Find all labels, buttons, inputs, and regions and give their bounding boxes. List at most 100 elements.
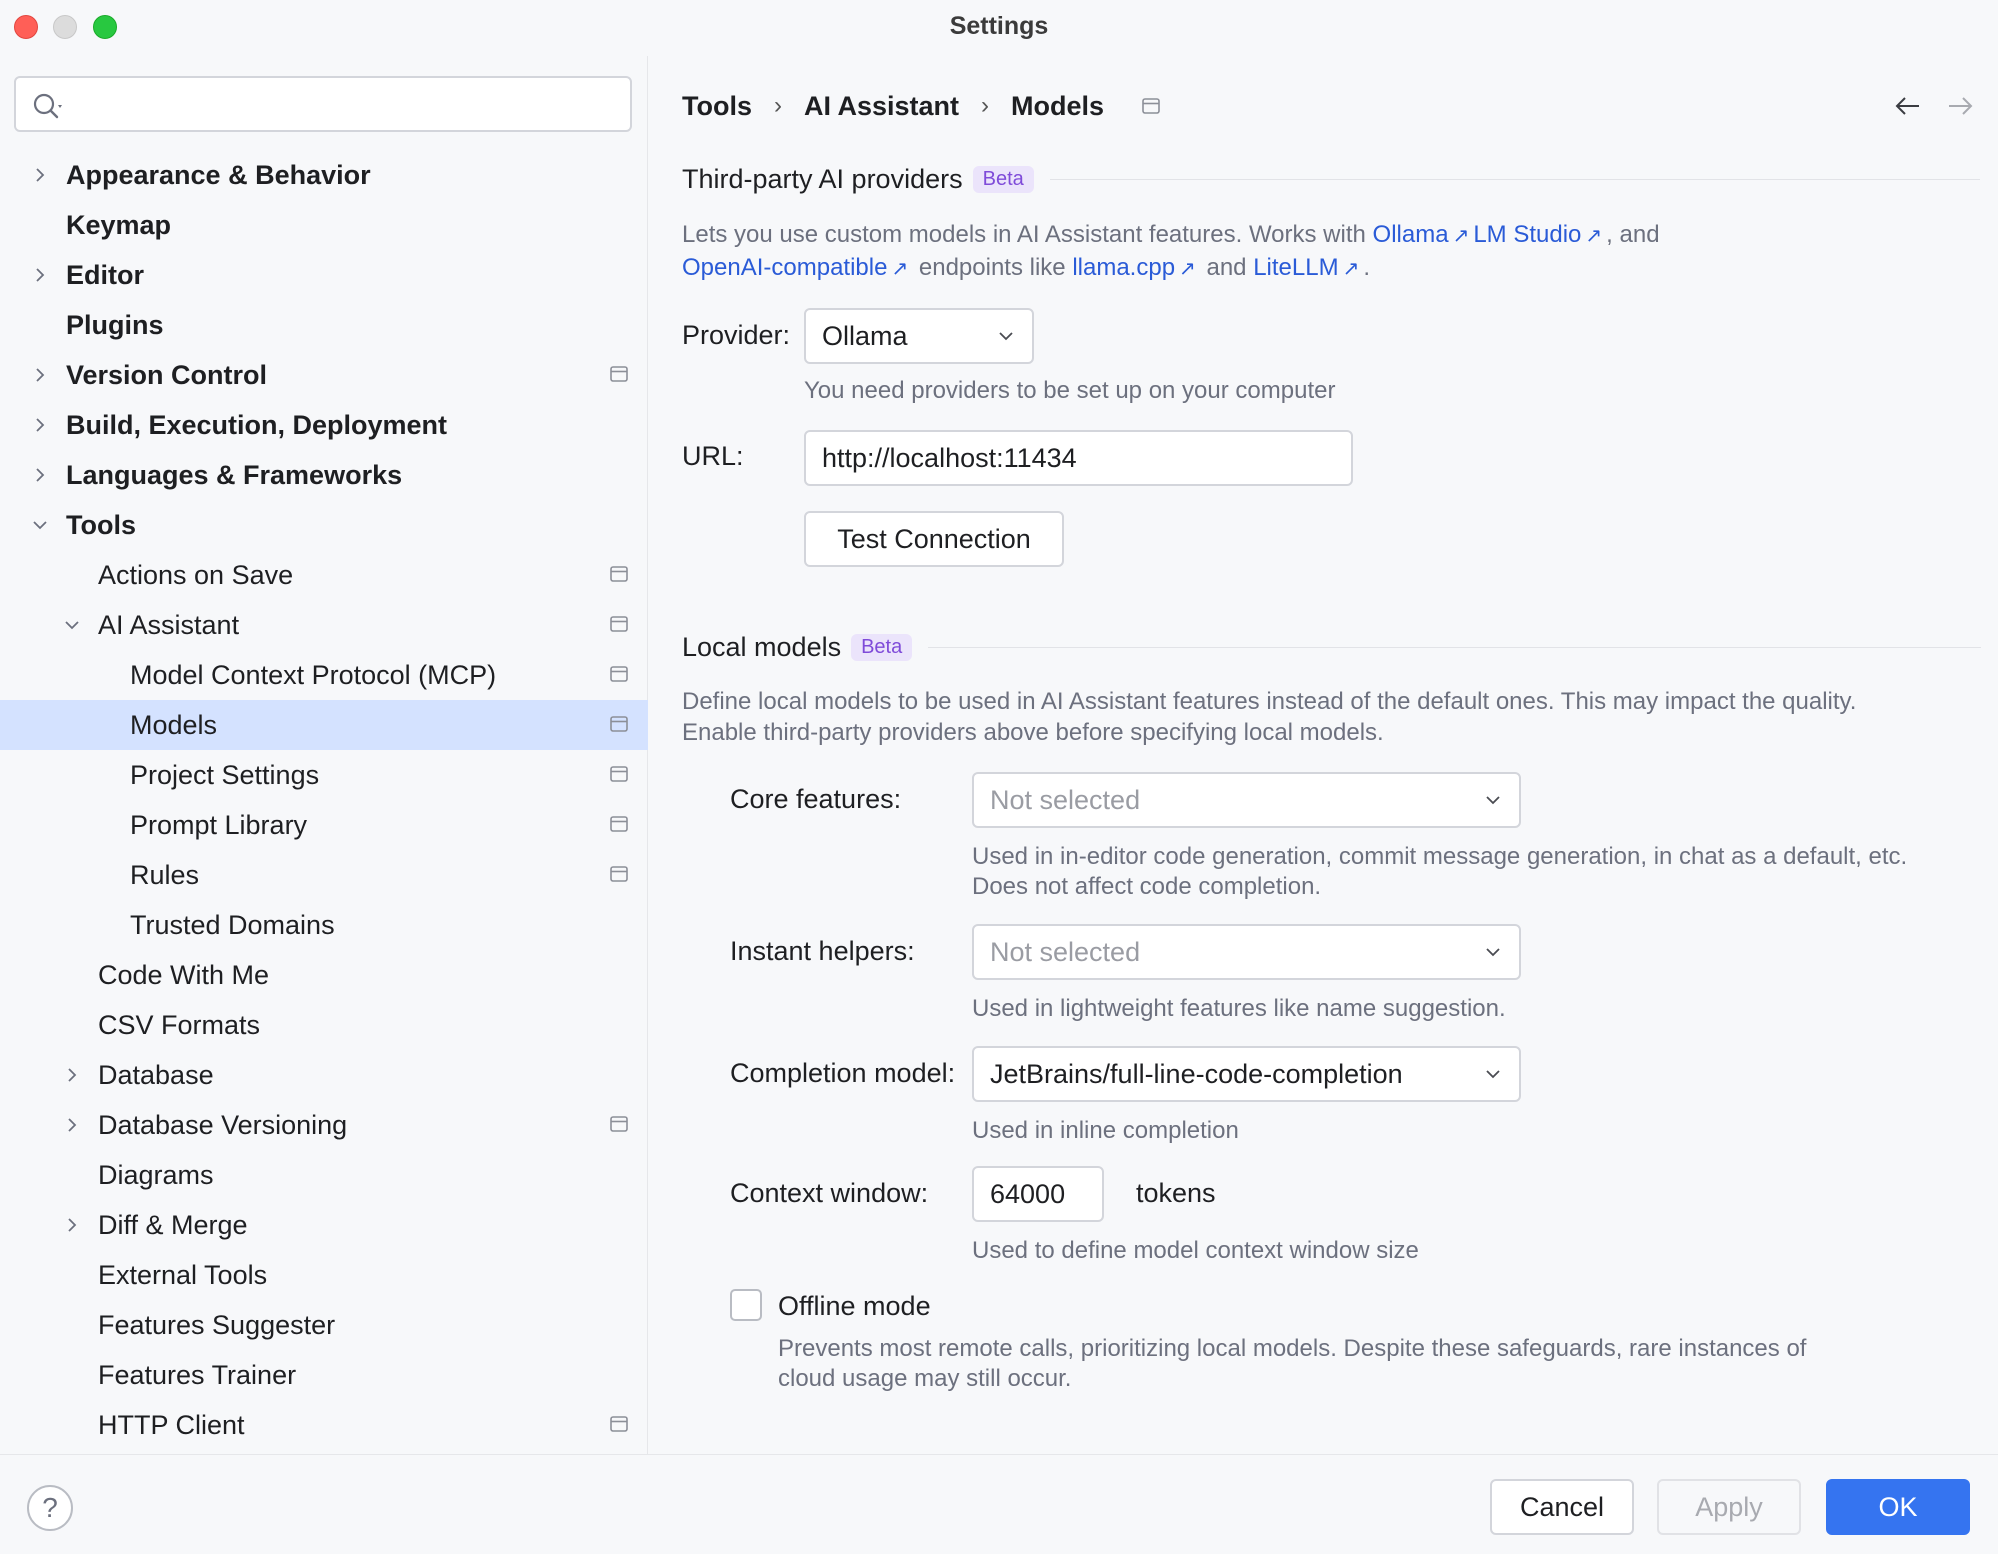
breadcrumb-item-ai-assistant[interactable]: AI Assistant bbox=[804, 91, 959, 122]
provider-dropdown[interactable]: Ollama bbox=[804, 308, 1034, 364]
project-level-icon bbox=[610, 616, 628, 632]
offline-mode-hint: Prevents most remote calls, prioritizing… bbox=[778, 1334, 1806, 1394]
settings-tree: Appearance & Behavior Keymap Editor Plugins… bbox=[0, 150, 648, 1450]
sidebar-item-diagrams[interactable]: Diagrams bbox=[0, 1150, 648, 1200]
sidebar-item-label: Appearance & Behavior bbox=[66, 159, 371, 190]
sidebar-item-project-settings[interactable]: Project Settings bbox=[0, 750, 648, 800]
completion-model-dropdown[interactable]: JetBrains/full-line-code-completion bbox=[972, 1046, 1521, 1102]
description-text: Lets you use custom models in AI Assista… bbox=[682, 221, 1366, 248]
sidebar-item-plugins[interactable]: Plugins bbox=[0, 300, 648, 350]
sidebar-item-label: AI Assistant bbox=[98, 609, 240, 640]
chevron-right-icon[interactable] bbox=[30, 265, 50, 285]
sidebar-item-diff-merge[interactable]: Diff & Merge bbox=[0, 1200, 648, 1250]
chevron-right-icon[interactable] bbox=[30, 415, 50, 435]
sidebar-item-external-tools[interactable]: External Tools bbox=[0, 1250, 648, 1300]
sidebar-item-prompt-library[interactable]: Prompt Library bbox=[0, 800, 648, 850]
sidebar-item-label: Model Context Protocol (MCP) bbox=[130, 659, 497, 690]
chevron-right-icon[interactable] bbox=[30, 365, 50, 385]
provider-value: Ollama bbox=[822, 320, 908, 351]
cancel-button[interactable]: Cancel bbox=[1490, 1479, 1634, 1535]
completion-model-hint: Used in inline completion bbox=[972, 1117, 1239, 1144]
breadcrumb-separator: › bbox=[774, 92, 782, 119]
sidebar-item-version-control[interactable]: Version Control bbox=[0, 350, 648, 400]
chevron-down-icon bbox=[1486, 1070, 1500, 1079]
sidebar-item-models[interactable]: Models bbox=[0, 700, 648, 750]
url-label: URL: bbox=[682, 441, 744, 471]
description-text: and bbox=[1206, 254, 1247, 281]
sidebar-item-label: Rules bbox=[130, 859, 200, 890]
sidebar-item-keymap[interactable]: Keymap bbox=[0, 200, 648, 250]
description-line: Define local models to be used in AI Ass… bbox=[682, 688, 1857, 715]
sidebar-item-database[interactable]: Database bbox=[0, 1050, 648, 1100]
sidebar-item-label: Database bbox=[98, 1059, 214, 1090]
openai-compatible-link[interactable]: OpenAI-compatible bbox=[682, 254, 887, 281]
litellm-link[interactable]: LiteLLM bbox=[1253, 254, 1338, 281]
forward-arrow-icon[interactable] bbox=[1946, 94, 1974, 118]
llama-cpp-link[interactable]: llama.cpp bbox=[1072, 254, 1175, 281]
sidebar-item-features-trainer[interactable]: Features Trainer bbox=[0, 1350, 648, 1400]
dialog-footer: ? Cancel Apply OK bbox=[0, 1454, 1998, 1554]
instant-helpers-value: Not selected bbox=[990, 936, 1141, 967]
breadcrumb-item-tools[interactable]: Tools bbox=[682, 91, 752, 122]
completion-model-label: Completion model: bbox=[730, 1058, 956, 1088]
external-link-icon: ↗ bbox=[1342, 258, 1360, 280]
section-title: Third-party AI providers bbox=[682, 164, 963, 194]
ollama-link[interactable]: Ollama bbox=[1373, 221, 1449, 248]
sidebar-item-label: Languages & Frameworks bbox=[66, 459, 403, 490]
sidebar-item-rules[interactable]: Rules bbox=[0, 850, 648, 900]
core-features-dropdown[interactable]: Not selected bbox=[972, 772, 1521, 828]
test-connection-button[interactable]: Test Connection bbox=[804, 511, 1064, 567]
chevron-down-icon bbox=[999, 332, 1013, 341]
sidebar-item-label: Code With Me bbox=[98, 959, 270, 990]
chevron-right-icon[interactable] bbox=[62, 1065, 82, 1085]
offline-mode-label[interactable]: Offline mode bbox=[778, 1291, 931, 1322]
sidebar-item-label: HTTP Client bbox=[98, 1409, 245, 1440]
external-link-icon: ↗ bbox=[891, 258, 909, 280]
sidebar-item-ai-assistant[interactable]: AI Assistant bbox=[0, 600, 648, 650]
description-text: endpoints like bbox=[918, 254, 1066, 281]
apply-button[interactable]: Apply bbox=[1657, 1479, 1801, 1535]
chevron-down-icon[interactable] bbox=[62, 615, 82, 635]
sidebar-item-http-client[interactable]: HTTP Client bbox=[0, 1400, 648, 1450]
sidebar-item-csv-formats[interactable]: CSV Formats bbox=[0, 1000, 648, 1050]
description-text: , and bbox=[1606, 221, 1660, 248]
sidebar-item-appearance-behavior[interactable]: Appearance & Behavior bbox=[0, 150, 648, 200]
lm-studio-link[interactable]: LM Studio bbox=[1473, 221, 1581, 248]
chevron-down-icon bbox=[1486, 796, 1500, 805]
offline-mode-checkbox[interactable] bbox=[730, 1289, 762, 1321]
sidebar-item-languages-frameworks[interactable]: Languages & Frameworks bbox=[0, 450, 648, 500]
chevron-right-icon[interactable] bbox=[62, 1215, 82, 1235]
sidebar-item-model-context-protocol-mcp[interactable]: Model Context Protocol (MCP) bbox=[0, 650, 648, 700]
project-level-icon bbox=[610, 666, 628, 682]
sidebar-item-trusted-domains[interactable]: Trusted Domains bbox=[0, 900, 648, 950]
ok-button[interactable]: OK bbox=[1826, 1479, 1970, 1535]
sidebar-item-features-suggester[interactable]: Features Suggester bbox=[0, 1300, 648, 1350]
sidebar-item-build-execution-deployment[interactable]: Build, Execution, Deployment bbox=[0, 400, 648, 450]
settings-search-input[interactable] bbox=[14, 76, 632, 132]
back-arrow-icon[interactable] bbox=[1894, 94, 1922, 118]
third-party-description: Lets you use custom models in AI Assista… bbox=[682, 219, 1660, 285]
sidebar-item-tools[interactable]: Tools bbox=[0, 500, 648, 550]
beta-badge: Beta bbox=[972, 166, 1034, 193]
context-window-input[interactable]: 64000 bbox=[972, 1166, 1104, 1222]
url-input[interactable]: http://localhost:11434 bbox=[804, 430, 1353, 486]
instant-helpers-label: Instant helpers: bbox=[730, 936, 915, 966]
url-value: http://localhost:11434 bbox=[822, 442, 1077, 473]
chevron-right-icon[interactable] bbox=[62, 1115, 82, 1135]
core-features-label: Core features: bbox=[730, 784, 902, 814]
chevron-down-icon[interactable] bbox=[30, 515, 50, 535]
section-divider bbox=[928, 647, 1982, 648]
sidebar-item-label: Actions on Save bbox=[98, 559, 294, 590]
sidebar-item-code-with-me[interactable]: Code With Me bbox=[0, 950, 648, 1000]
hint-line: cloud usage may still occur. bbox=[778, 1365, 1072, 1392]
sidebar-item-database-versioning[interactable]: Database Versioning bbox=[0, 1100, 648, 1150]
sidebar-item-actions-on-save[interactable]: Actions on Save bbox=[0, 550, 648, 600]
sidebar-item-editor[interactable]: Editor bbox=[0, 250, 648, 300]
sidebar-item-label: Editor bbox=[66, 259, 144, 290]
project-level-icon bbox=[610, 866, 628, 882]
instant-helpers-dropdown[interactable]: Not selected bbox=[972, 924, 1521, 980]
sidebar-item-label: Features Trainer bbox=[98, 1359, 297, 1390]
chevron-right-icon[interactable] bbox=[30, 465, 50, 485]
chevron-right-icon[interactable] bbox=[30, 165, 50, 185]
help-button[interactable]: ? bbox=[27, 1485, 73, 1531]
